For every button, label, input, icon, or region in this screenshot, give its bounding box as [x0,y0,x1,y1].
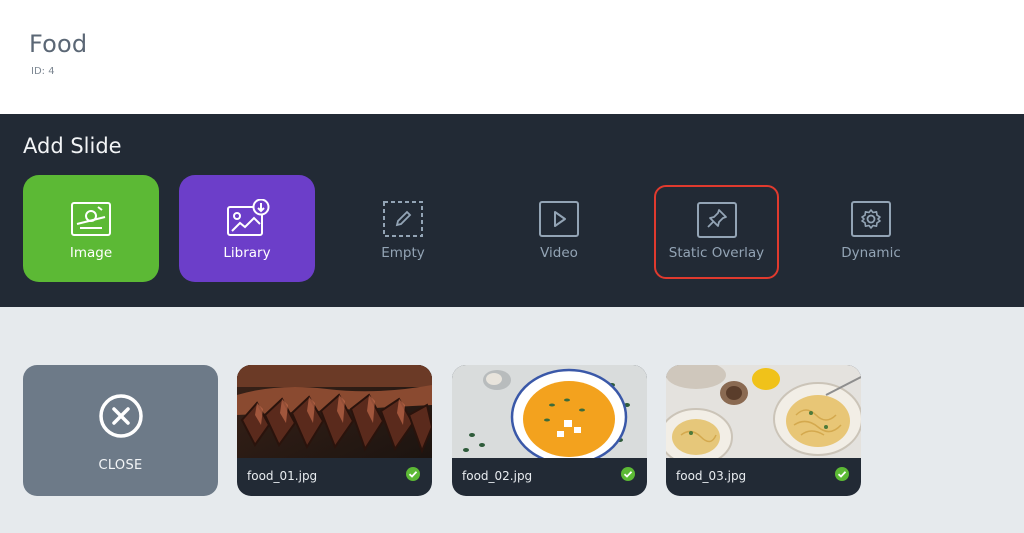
add-slide-title: Add Slide [23,134,122,158]
library-item[interactable]: food_03.jpg [666,365,861,496]
check-icon [621,467,635,481]
pin-icon [696,202,737,238]
library-panel: CLOSE food_01.jpg food_02.jpg food_03.jp… [0,307,1024,533]
add-image-button[interactable]: Image [23,175,159,282]
close-label: CLOSE [98,458,143,473]
video-play-icon [539,201,579,237]
add-video-button[interactable]: Video [491,175,627,282]
file-name: food_01.jpg [247,469,318,483]
add-empty-button[interactable]: Empty [335,175,471,282]
page-title: Food [29,30,88,58]
food-image-soup [452,365,647,458]
page-id-label: ID: 4 [31,66,55,77]
close-icon [99,394,143,438]
check-icon [406,467,420,481]
add-dynamic-button[interactable]: Dynamic [803,175,939,282]
file-name: food_03.jpg [676,469,747,483]
add-library-label: Library [223,245,271,261]
library-item[interactable]: food_01.jpg [237,365,432,496]
add-static-overlay-label: Static Overlay [668,245,765,261]
food-image-pasta [666,365,861,458]
page-header: Food ID: 4 [0,0,1024,114]
check-icon [835,467,849,481]
add-library-button[interactable]: Library [179,175,315,282]
add-image-label: Image [69,245,113,261]
close-button[interactable]: CLOSE [23,365,218,496]
library-item[interactable]: food_02.jpg [452,365,647,496]
add-slide-panel: Add Slide Image Library Empty Video Stat… [0,114,1024,307]
add-empty-label: Empty [381,245,425,261]
file-name: food_02.jpg [462,469,533,483]
gear-icon [851,201,891,237]
add-video-label: Video [540,245,578,261]
image-icon [71,202,111,236]
library-download-icon [227,199,270,236]
add-dynamic-label: Dynamic [841,245,901,261]
food-image-steak [237,365,432,458]
add-static-overlay-button[interactable]: Static Overlay [654,185,779,279]
empty-pencil-icon [383,201,423,237]
